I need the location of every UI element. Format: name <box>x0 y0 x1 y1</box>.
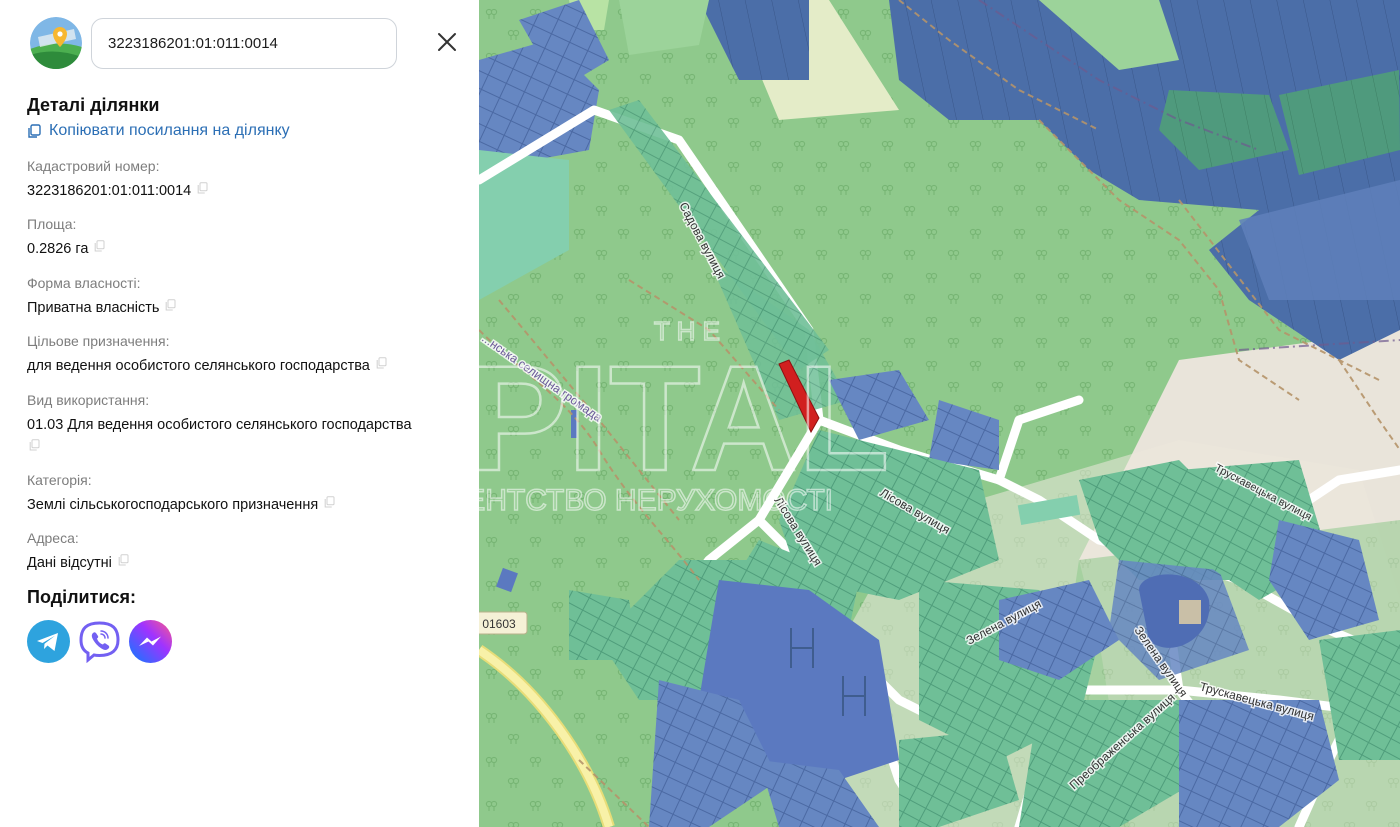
field-value: Дані відсутні <box>27 555 112 571</box>
field-value: для ведення особистого селянського госпо… <box>27 358 370 374</box>
copy-icon[interactable] <box>94 240 105 252</box>
copy-icon[interactable] <box>324 496 335 508</box>
svg-text:01603: 01603 <box>482 617 516 631</box>
cadastral-map[interactable]: Садова вулиця Лісова вулиця Лісова вулиц… <box>479 0 1400 827</box>
details-panel: Деталі ділянки Копіювати посилання на ді… <box>0 0 479 827</box>
road-badge: 01603 <box>479 611 528 635</box>
field-area: Площа: 0.2826 га <box>27 215 467 259</box>
field-value: 3223186201:01:011:0014 <box>27 183 192 199</box>
copy-icon[interactable] <box>118 554 129 566</box>
search-input[interactable] <box>91 18 397 69</box>
field-address: Адреса: Дані відсутні <box>27 529 467 573</box>
field-cadastral-number: Кадастровий номер: 3223186201:01:011:001… <box>27 157 467 201</box>
map-logo-icon[interactable] <box>30 17 82 69</box>
field-usage: Вид використання: 01.03 Для ведення особ… <box>27 391 467 455</box>
field-label: Цільове призначення: <box>27 333 170 349</box>
messenger-share-button[interactable] <box>129 620 172 663</box>
field-label: Площа: <box>27 216 77 232</box>
svg-text:APITAL: APITAL <box>479 334 890 502</box>
field-ownership: Форма власності: Приватна власність <box>27 274 467 318</box>
copy-link-button[interactable]: Копіювати посилання на ділянку <box>27 122 290 140</box>
details-title: Деталі ділянки <box>27 95 160 115</box>
svg-text:АГЕНТСТВО НЕРУХОМОСТІ: АГЕНТСТВО НЕРУХОМОСТІ <box>479 484 833 517</box>
messenger-icon <box>129 620 172 663</box>
field-category: Категорія: Землі сільськогосподарського … <box>27 471 467 515</box>
viber-icon <box>79 621 120 664</box>
copy-icon[interactable] <box>197 182 208 194</box>
copy-link-label: Копіювати посилання на ділянку <box>49 122 290 139</box>
viber-share-button[interactable] <box>78 620 121 664</box>
copy-icon[interactable] <box>29 439 40 451</box>
field-value: Приватна власність <box>27 300 160 316</box>
field-label: Кадастровий номер: <box>27 158 160 174</box>
field-purpose: Цільове призначення: для ведення особист… <box>27 332 467 376</box>
field-label: Адреса: <box>27 530 79 546</box>
copy-icon[interactable] <box>376 357 387 369</box>
field-value: 01.03 Для ведення особистого селянського… <box>27 417 412 433</box>
copy-icon[interactable] <box>165 299 176 311</box>
field-value: Землі сільськогосподарського призначення <box>27 497 319 513</box>
field-label: Категорія: <box>27 472 92 488</box>
field-label: Вид використання: <box>27 392 150 408</box>
telegram-icon <box>27 620 70 663</box>
close-icon[interactable] <box>432 27 462 57</box>
watermark: T H E APITAL АГЕНТСТВО НЕРУХОМОСТІ <box>479 315 891 518</box>
telegram-share-button[interactable] <box>27 620 70 663</box>
share-title: Поділитися: <box>27 587 137 607</box>
field-value: 0.2826 га <box>27 241 89 257</box>
copy-icon <box>28 123 41 138</box>
field-label: Форма власності: <box>27 275 141 291</box>
